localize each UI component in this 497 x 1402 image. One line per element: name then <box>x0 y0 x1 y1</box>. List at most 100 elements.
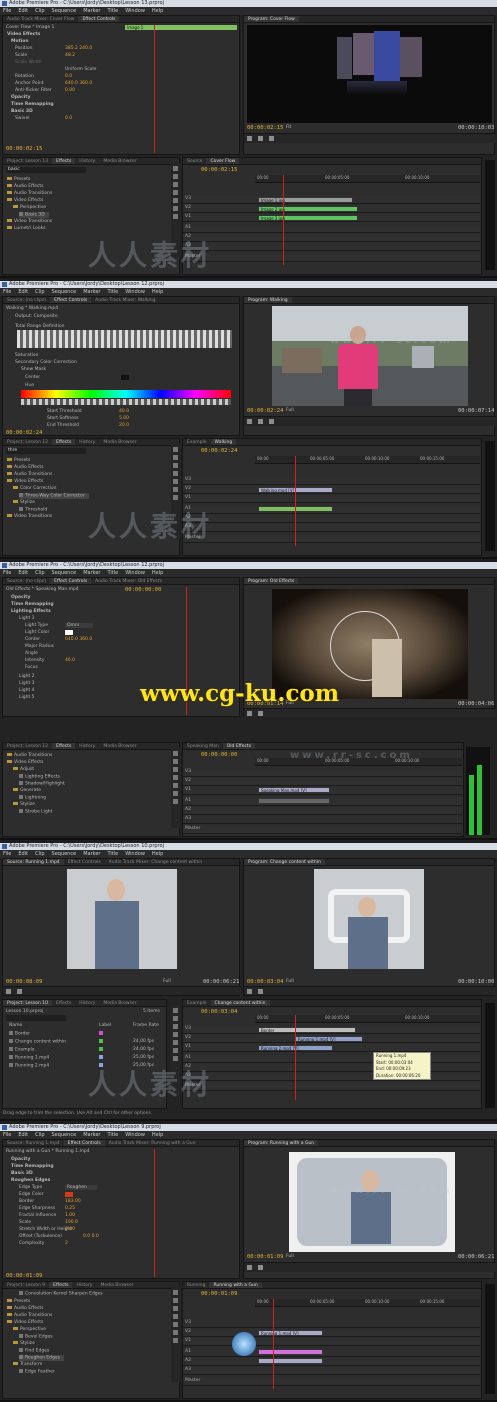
effects-item[interactable]: Perspective <box>20 205 46 210</box>
tab-effect-controls[interactable]: Effect Controls <box>63 1140 105 1146</box>
razor-icon[interactable] <box>173 1032 178 1037</box>
ec-playhead[interactable] <box>154 25 155 153</box>
track-v3[interactable]: V3 <box>183 769 462 777</box>
razor-icon[interactable] <box>173 775 178 780</box>
antiflicker-value[interactable]: 0.00 <box>65 88 75 93</box>
tab-sequence-active[interactable]: Walking <box>210 439 237 445</box>
timeline-clip[interactable]: Speaking Man.mp4 [V] <box>258 787 330 793</box>
pen-icon[interactable] <box>173 1048 178 1053</box>
track-a3[interactable]: A3 <box>183 524 480 532</box>
project-search-input[interactable] <box>6 1015 66 1021</box>
menu-help[interactable]: Help <box>152 570 163 576</box>
timeline-timecode[interactable]: 00:00:00:00 <box>201 752 237 758</box>
column-header[interactable]: Frame Rate <box>133 1023 159 1028</box>
audio-clip[interactable] <box>258 1358 323 1364</box>
effects-item[interactable]: Presets <box>14 177 30 182</box>
timeline-timecode[interactable]: 00:00:02:24 <box>201 448 237 454</box>
list-item[interactable]: Example <box>9 1047 35 1053</box>
track-master[interactable]: Master <box>183 254 480 262</box>
menu-marker[interactable]: Marker <box>83 1132 100 1138</box>
tab-sequence-active[interactable]: Old Effects <box>222 743 256 749</box>
start-softness-value[interactable]: 5.00 <box>119 416 129 421</box>
timeline-clip[interactable]: Running 1.mp4 [V] <box>295 1036 363 1042</box>
hand-icon[interactable] <box>173 1056 178 1061</box>
hue-range[interactable] <box>21 399 231 405</box>
timeline-clip[interactable]: Running 1.mp4 [V] <box>258 1330 323 1336</box>
start-threshold-value[interactable]: 40.0 <box>119 409 129 414</box>
scale-value[interactable]: 100.0 <box>65 1220 78 1225</box>
timeline-playhead[interactable] <box>295 1015 296 1100</box>
effect-row[interactable]: Opacity <box>11 95 30 100</box>
menu-marker[interactable]: Marker <box>83 289 100 295</box>
range-definition-bar[interactable] <box>17 330 232 348</box>
selection-tool-icon[interactable] <box>173 1008 178 1013</box>
ec-timecode[interactable]: 00:00:01:09 <box>6 1273 42 1279</box>
menu-file[interactable]: File <box>3 570 11 576</box>
menu-clip[interactable]: Clip <box>35 289 44 295</box>
track-a2[interactable]: A2 <box>183 807 462 815</box>
tab-history[interactable]: History <box>75 439 99 445</box>
effects-item[interactable]: Threshold <box>25 508 47 513</box>
tab-effects[interactable]: Effects <box>52 743 76 749</box>
effects-item[interactable]: Shadow/Highlight <box>25 782 65 787</box>
track-a1[interactable]: A1 <box>183 1055 480 1063</box>
pen-icon[interactable] <box>173 206 178 211</box>
track-v2[interactable]: V2 <box>183 1329 480 1337</box>
effects-item[interactable]: Edge Feather <box>25 1370 55 1375</box>
tab-project[interactable]: Project: Lesson 13 <box>3 158 52 164</box>
time-ruler[interactable]: 00:00 00:00:05:00 00:00:10:00 <box>255 175 480 183</box>
menu-marker[interactable]: Marker <box>83 851 100 857</box>
effect-row[interactable]: Light 3 <box>19 681 35 686</box>
effects-item[interactable]: Generate <box>20 788 41 793</box>
program-timecode[interactable]: 00:00:01:09 <box>247 1254 283 1260</box>
slip-icon[interactable] <box>173 1040 178 1045</box>
track-a3[interactable]: A3 <box>183 1367 480 1375</box>
tab-effects[interactable]: Effects <box>52 158 76 164</box>
effects-item[interactable]: Stylize <box>20 802 35 807</box>
tab-audio-mixer[interactable]: Audio Track Mixer: Old Effects <box>91 578 166 584</box>
effects-item[interactable]: Stylize <box>20 500 35 505</box>
program-timecode[interactable]: 00:00:02:15 <box>247 125 283 131</box>
tab-source[interactable]: Source: (no clips) <box>3 578 50 584</box>
track-v3[interactable]: V3 <box>183 477 480 485</box>
menu-sequence[interactable]: Sequence <box>52 851 77 857</box>
track-select-icon[interactable] <box>173 455 178 460</box>
edge-sharpness-value[interactable]: 0.25 <box>65 1206 75 1211</box>
track-a2[interactable]: A2 <box>183 1064 480 1072</box>
effect-row[interactable]: Light 2 <box>19 674 35 679</box>
track-master[interactable]: Master <box>183 1378 480 1386</box>
step-icon[interactable] <box>258 419 263 424</box>
effects-item[interactable]: Lightning <box>25 796 46 801</box>
intensity-value[interactable]: 46.0 <box>65 658 75 663</box>
menu-title[interactable]: Title <box>107 1132 118 1138</box>
tab-effects[interactable]: Effects <box>49 1282 73 1288</box>
ripple-edit-icon[interactable] <box>173 767 178 772</box>
razor-icon[interactable] <box>173 190 178 195</box>
effects-search-input[interactable]: thre <box>6 448 86 454</box>
tab-program[interactable]: Program: Running with a Gun <box>244 1140 319 1146</box>
border-value[interactable]: 183.00 <box>65 1199 81 1204</box>
effects-search-input[interactable]: basic <box>6 167 86 173</box>
effects-item[interactable]: Audio Transitions <box>14 753 52 758</box>
center-color-swatch[interactable] <box>121 375 129 380</box>
menu-title[interactable]: Title <box>107 851 118 857</box>
timeline-timecode[interactable]: 00:00:02:15 <box>201 167 237 173</box>
timeline-clip[interactable]: Border <box>258 1027 356 1033</box>
tab-source[interactable]: Source: Running 1.mp4 <box>3 1140 64 1146</box>
tab-effect-controls[interactable]: Effect Controls <box>50 297 92 303</box>
slip-icon[interactable] <box>173 198 178 203</box>
effect-row[interactable]: Lighting Effects <box>11 609 51 614</box>
effects-item[interactable]: Video Effects <box>14 1320 43 1325</box>
tab-sequence[interactable]: Example <box>183 1000 211 1006</box>
ec-playhead[interactable] <box>154 1149 155 1277</box>
tab-media-browser[interactable]: Media Browser <box>99 743 140 749</box>
list-item[interactable]: Change content within <box>9 1039 66 1045</box>
tab-sequence-active[interactable]: Cover Flow <box>206 158 240 164</box>
hand-icon[interactable] <box>173 214 178 219</box>
effects-item[interactable]: Lighting Effects <box>25 775 60 780</box>
effect-row[interactable]: Opacity <box>11 1157 30 1162</box>
pen-icon[interactable] <box>173 487 178 492</box>
menu-help[interactable]: Help <box>152 851 163 857</box>
hand-icon[interactable] <box>173 495 178 500</box>
pen-icon[interactable] <box>173 791 178 796</box>
